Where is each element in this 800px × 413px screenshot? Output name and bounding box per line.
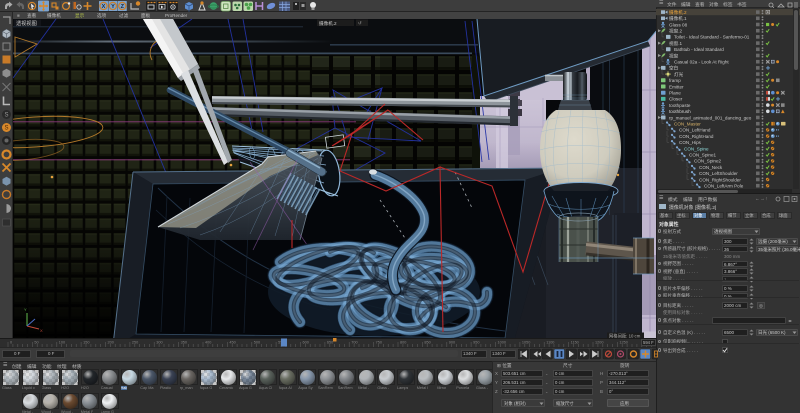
svg-text:CON_Hips: CON_Hips (679, 140, 702, 145)
svg-text:S: S (4, 126, 8, 132)
svg-text:500: 500 (254, 341, 260, 345)
svg-text:视窗.1: 视窗.1 (669, 40, 682, 47)
svg-text:CON_Spine1: CON_Spine1 (689, 153, 717, 158)
svg-text:X: X (102, 4, 106, 10)
svg-text:CON_Spine2: CON_Spine2 (694, 159, 722, 164)
svg-text:800: 800 (400, 341, 406, 345)
svg-text:CON_Master: CON_Master (674, 122, 701, 127)
svg-text:250: 250 (132, 341, 138, 345)
svg-text:Glass 08: Glass 08 (669, 22, 688, 27)
svg-text:600: 600 (303, 341, 309, 345)
svg-text:Casual 02a - Look At Right: Casual 02a - Look At Right (674, 60, 729, 65)
svg-text:50: 50 (34, 341, 38, 345)
svg-text:1200: 1200 (595, 341, 603, 345)
svg-text:300: 300 (156, 341, 162, 345)
svg-text:Plane: Plane (669, 91, 681, 96)
svg-text:950: 950 (473, 341, 479, 345)
svg-text:rp_manuel_animated_001_dancing: rp_manuel_animated_001_dancing_geo (669, 115, 752, 120)
svg-text:Emitter: Emitter (669, 84, 684, 89)
svg-text:CON_Spine: CON_Spine (684, 146, 709, 151)
svg-text:150: 150 (83, 341, 89, 345)
svg-text:摄像机.2: 摄像机.2 (319, 20, 337, 27)
svg-text:Y: Y (111, 4, 115, 10)
svg-text:摄像机.1: 摄像机.1 (669, 15, 687, 22)
svg-text:100: 100 (59, 341, 65, 345)
svg-text:850: 850 (424, 341, 430, 345)
svg-text:200: 200 (108, 341, 114, 345)
svg-text:1250: 1250 (619, 341, 627, 345)
svg-text:1100: 1100 (546, 341, 554, 345)
svg-text:1150: 1150 (571, 341, 579, 345)
svg-text:CON_Neck: CON_Neck (699, 165, 723, 170)
svg-text:framp: framp (669, 78, 681, 83)
svg-text:S: S (4, 113, 8, 119)
svg-text:650: 650 (327, 341, 333, 345)
svg-text:450: 450 (229, 341, 235, 345)
svg-text:空白: 空白 (669, 65, 678, 72)
svg-text:透视视图: 透视视图 (16, 19, 37, 27)
svg-text:750: 750 (376, 341, 382, 345)
svg-text:Closer: Closer (669, 97, 683, 102)
svg-text:0: 0 (10, 341, 12, 345)
svg-text:900: 900 (449, 341, 455, 345)
svg-text:灯光: 灯光 (674, 71, 684, 78)
svg-text:CON_LeftShoulder: CON_LeftShoulder (699, 171, 738, 176)
svg-text:视窗: 视窗 (669, 52, 679, 59)
svg-text:1050: 1050 (522, 341, 530, 345)
svg-text:toothbrush: toothbrush (669, 109, 691, 114)
svg-text:视窗.2: 视窗.2 (669, 28, 682, 35)
svg-text:Y: Y (24, 307, 27, 312)
svg-text:Toilet - Ideal Standard - Sanf: Toilet - Ideal Standard - Sanfermo-01 (674, 35, 750, 40)
svg-text:X: X (40, 328, 43, 333)
svg-text:400: 400 (205, 341, 211, 345)
svg-text:toothpaste: toothpaste (669, 103, 691, 108)
svg-text:CON_LeftHand: CON_LeftHand (679, 128, 711, 133)
svg-text:摄像机.2: 摄像机.2 (669, 9, 687, 16)
svg-text:CON_RightHand: CON_RightHand (679, 134, 714, 139)
svg-text:1000: 1000 (498, 341, 506, 345)
svg-text:350: 350 (181, 341, 187, 345)
svg-text:CON_RightShoulder: CON_RightShoulder (699, 177, 741, 182)
svg-text:↺: ↺ (358, 21, 362, 26)
svg-text:Bathtub - Ideal Standard: Bathtub - Ideal Standard (674, 47, 724, 52)
svg-text:700: 700 (351, 341, 357, 345)
svg-text:CON_LeftArm Pole: CON_LeftArm Pole (704, 184, 744, 189)
